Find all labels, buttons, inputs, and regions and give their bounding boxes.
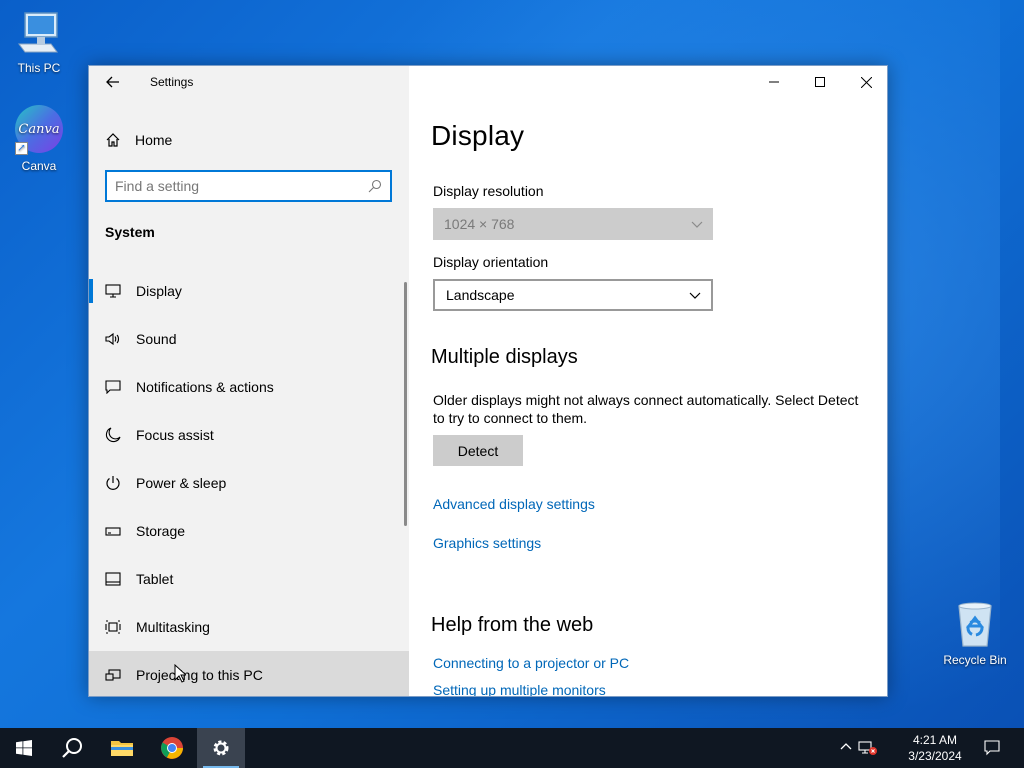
settings-sidebar: Settings Home System Display Sound Notif…	[89, 66, 409, 696]
sidebar-item-sound[interactable]: Sound	[89, 315, 409, 363]
sidebar-item-label: Projecting to this PC	[136, 667, 263, 683]
chevron-down-icon	[689, 292, 701, 299]
back-button[interactable]	[101, 72, 125, 92]
close-icon	[860, 76, 872, 88]
title-bar[interactable]: Settings	[89, 66, 409, 98]
power-icon	[105, 475, 121, 491]
sidebar-item-label: Tablet	[136, 571, 174, 587]
network-disconnected-icon[interactable]	[858, 740, 878, 756]
search-input[interactable]	[115, 178, 368, 194]
chrome-button[interactable]	[148, 728, 196, 768]
gear-icon	[213, 740, 229, 756]
resolution-dropdown: 1024 × 768	[433, 208, 713, 240]
advanced-display-settings-link[interactable]: Advanced display settings	[433, 496, 595, 512]
desktop-icon-this-pc[interactable]: This PC	[4, 10, 74, 75]
back-arrow-icon	[106, 76, 119, 88]
section-label-system: System	[105, 224, 155, 240]
sidebar-item-storage[interactable]: Storage	[89, 507, 409, 555]
clock-time: 4:21 AM	[912, 733, 958, 747]
sidebar-item-label: Power & sleep	[136, 475, 227, 491]
chevron-up-icon[interactable]	[840, 742, 852, 750]
sidebar-item-tablet[interactable]: Tablet	[89, 555, 409, 603]
storage-icon	[105, 523, 121, 539]
projecting-icon	[105, 667, 121, 683]
action-center-icon[interactable]	[984, 740, 1000, 756]
start-button[interactable]	[0, 728, 48, 768]
taskbar: 4:21 AM 3/23/2024	[0, 728, 1024, 768]
settings-content: Display Display resolution 1024 × 768 Di…	[409, 66, 887, 696]
maximize-icon	[815, 77, 825, 87]
chevron-down-icon	[691, 221, 703, 228]
detect-button[interactable]: Detect	[433, 435, 523, 466]
desktop-icon-recycle-bin[interactable]: Recycle Bin	[940, 602, 1010, 667]
home-icon	[106, 133, 120, 147]
orientation-dropdown[interactable]: Landscape	[433, 279, 713, 311]
sidebar-item-label: Display	[136, 283, 182, 299]
maximize-button[interactable]	[797, 66, 843, 98]
app-title: Settings	[150, 75, 194, 89]
shortcut-arrow-icon: ↗	[15, 142, 28, 155]
sidebar-nav: Display Sound Notifications & actions Fo…	[89, 267, 409, 696]
sidebar-item-label: Sound	[136, 331, 177, 347]
multiple-displays-heading: Multiple displays	[431, 346, 578, 368]
graphics-settings-link[interactable]: Graphics settings	[433, 535, 541, 551]
windows-logo-icon	[16, 740, 32, 756]
orientation-value: Landscape	[446, 287, 515, 303]
home-label: Home	[135, 132, 173, 148]
orientation-label: Display orientation	[433, 254, 549, 270]
page-title: Display	[431, 120, 525, 151]
settings-window: Settings Home System Display Sound Notif…	[88, 65, 888, 697]
help-link-projector[interactable]: Connecting to a projector or PC	[433, 655, 629, 671]
resolution-label: Display resolution	[433, 183, 544, 199]
chrome-icon	[161, 737, 183, 759]
file-explorer-button[interactable]	[98, 728, 146, 768]
clock-date: 3/23/2024	[908, 749, 962, 763]
settings-taskbar-button[interactable]	[197, 728, 245, 768]
recycle-bin-icon	[940, 602, 1010, 651]
help-link-multiple-monitors[interactable]: Setting up multiple monitors	[433, 682, 606, 696]
multitasking-icon	[105, 619, 121, 635]
sidebar-item-multitasking[interactable]: Multitasking	[89, 603, 409, 651]
window-controls	[751, 66, 887, 98]
monitor-icon	[105, 283, 121, 299]
sidebar-item-focus-assist[interactable]: Focus assist	[89, 411, 409, 459]
search-icon	[62, 738, 82, 758]
sidebar-scrollbar[interactable]	[404, 282, 407, 526]
notification-icon	[105, 379, 121, 395]
taskbar-clock[interactable]: 4:21 AM 3/23/2024	[904, 732, 966, 764]
sidebar-item-label: Notifications & actions	[136, 379, 274, 395]
system-tray: 4:21 AM 3/23/2024	[824, 728, 1024, 768]
sidebar-item-projecting[interactable]: Projecting to this PC	[89, 651, 409, 696]
sidebar-item-label: Multitasking	[136, 619, 210, 635]
search-box[interactable]	[105, 170, 392, 202]
computer-icon	[4, 10, 74, 59]
close-button[interactable]	[843, 66, 887, 98]
moon-icon	[105, 427, 121, 443]
sidebar-item-notifications[interactable]: Notifications & actions	[89, 363, 409, 411]
canva-logo-icon: Canva ↗	[15, 105, 63, 155]
minimize-icon	[769, 81, 779, 83]
sidebar-item-label: Focus assist	[136, 427, 214, 443]
sidebar-item-home[interactable]: Home	[105, 128, 172, 152]
sidebar-item-label: Storage	[136, 523, 186, 539]
desktop-icon-label: This PC	[17, 61, 61, 75]
speaker-icon	[105, 331, 121, 347]
desktop-icon-canva[interactable]: Canva ↗ Canva	[4, 105, 74, 173]
sidebar-item-display[interactable]: Display	[89, 267, 409, 315]
resolution-value: 1024 × 768	[444, 216, 515, 232]
minimize-button[interactable]	[751, 66, 797, 98]
tablet-icon	[105, 571, 121, 587]
help-heading: Help from the web	[431, 614, 594, 636]
desktop-icon-label: Recycle Bin	[943, 653, 1007, 667]
folder-icon	[111, 741, 133, 756]
sidebar-item-power-sleep[interactable]: Power & sleep	[89, 459, 409, 507]
search-icon[interactable]	[368, 179, 382, 193]
multiple-displays-description: Older displays might not always connect …	[433, 392, 859, 426]
desktop-icon-label: Canva	[21, 159, 57, 173]
taskbar-search-button[interactable]	[48, 728, 96, 768]
mouse-cursor-icon	[174, 664, 186, 683]
